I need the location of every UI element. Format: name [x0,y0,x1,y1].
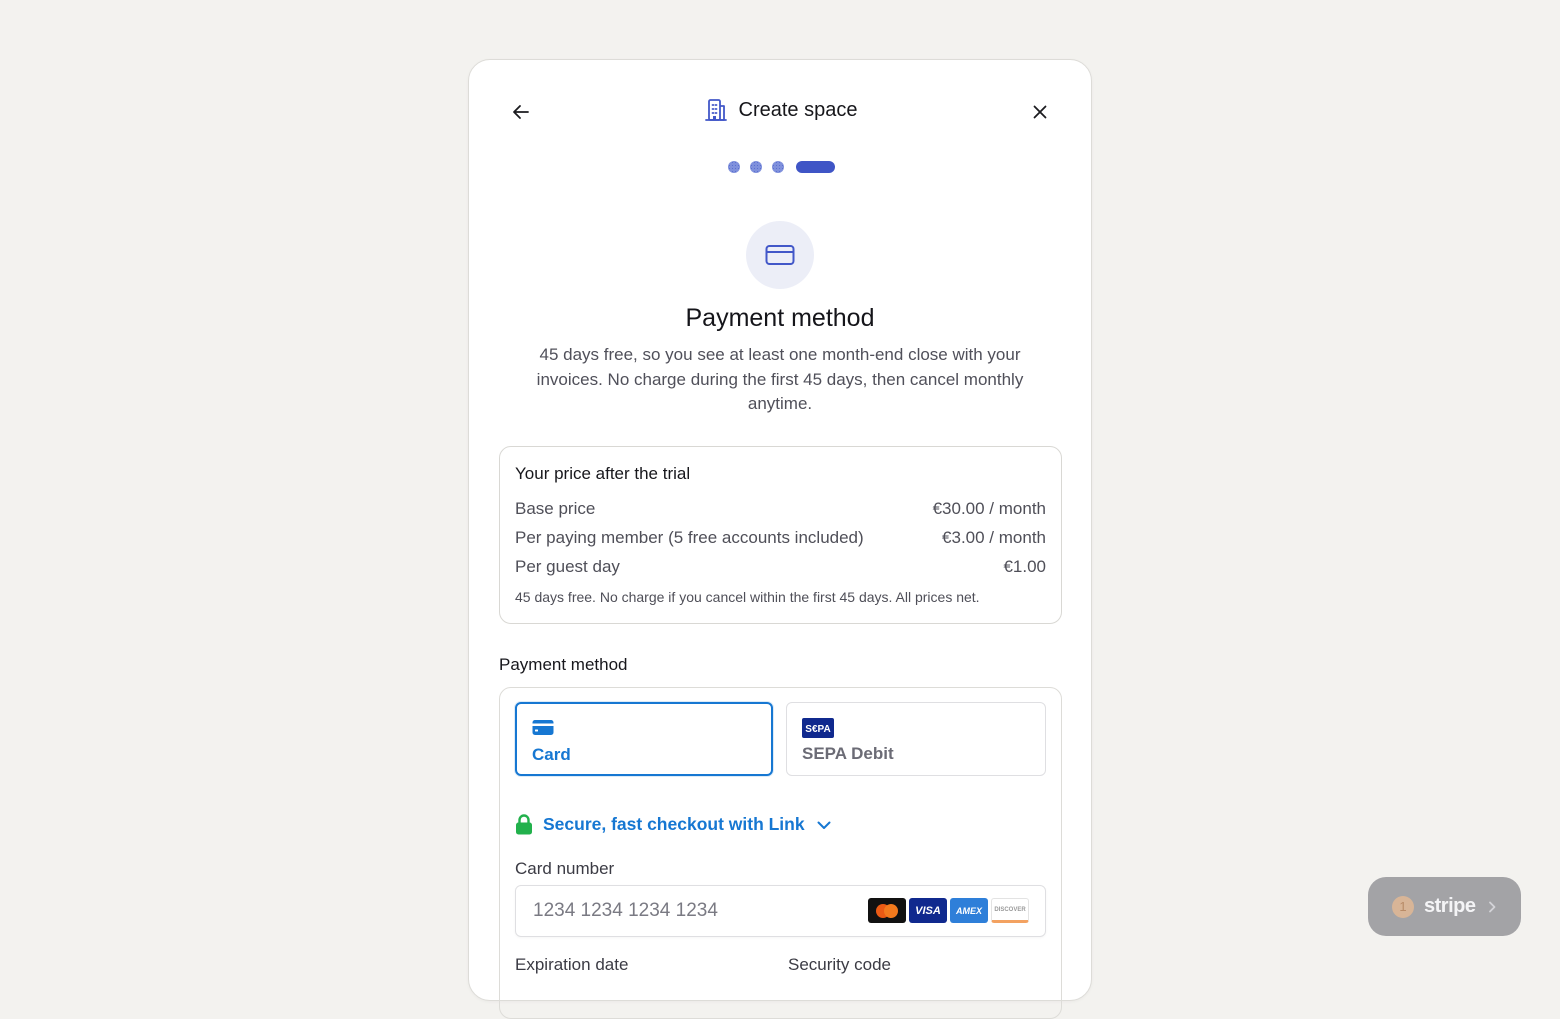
card-brand-icons: VISA AMEX DISCOVER [868,898,1029,923]
tab-sepa-debit[interactable]: S€PA SEPA Debit [786,702,1046,776]
credit-card-icon [765,245,795,265]
pricing-summary: Your price after the trial Base price €3… [499,446,1062,624]
card-number-field[interactable]: VISA AMEX DISCOVER [515,885,1046,937]
price-row-label: Base price [515,499,596,518]
security-code-label: Security code [788,955,891,974]
expiration-date-label: Expiration date [515,955,629,974]
stripe-payment-element: Card S€PA SEPA Debit Secure, fast checko… [499,687,1062,1019]
tab-card[interactable]: Card [515,702,773,776]
step-dot-3 [772,161,784,173]
price-row-value: €30.00 / month [932,499,1046,518]
chevron-right-icon [1489,901,1496,912]
discover-icon: DISCOVER [991,898,1029,923]
link-checkout-text: Secure, fast checkout with Link [543,814,805,834]
price-row: Per paying member (5 free accounts inclu… [515,528,1046,548]
payment-hero-icon [746,221,814,289]
sepa-icon: S€PA [802,718,834,743]
visa-icon: VISA [909,898,947,923]
price-row-label: Per guest day [515,557,620,576]
price-row: Per guest day €1.00 [515,557,1046,577]
chevron-down-icon [817,821,831,829]
price-row-value: €3.00 / month [942,528,1046,547]
card-number-input[interactable] [531,899,855,923]
modal-header: Create space [469,97,1091,123]
stripe-logo: stripe [1424,895,1476,917]
page-title: Payment method [685,304,875,332]
price-row: Base price €30.00 / month [515,499,1046,519]
close-icon [1033,105,1047,119]
tab-card-label: Card [532,745,571,764]
amex-icon: AMEX [950,898,988,923]
price-row-value: €1.00 [1003,557,1046,576]
price-row-label: Per paying member (5 free accounts inclu… [515,528,864,547]
pricing-note: 45 days free. No charge if you cancel wi… [515,589,980,605]
pricing-heading: Your price after the trial [515,464,691,483]
step-dot-1 [728,161,740,173]
step-dot-2 [750,161,762,173]
payment-method-label: Payment method [499,655,628,674]
stripe-badge[interactable]: 1 stripe [1368,877,1521,936]
svg-text:S€PA: S€PA [805,724,830,735]
create-space-modal: Create space Payment method 45 days free… [468,59,1092,1019]
card-number-label: Card number [515,859,615,878]
link-checkout-toggle[interactable]: Secure, fast checkout with Link [515,814,833,835]
credit-card-icon [532,719,554,741]
page-subtitle: 45 days free, so you see at least one mo… [536,345,1024,413]
step-indicator [728,161,835,173]
modal-title: Create space [738,98,858,121]
mastercard-icon [868,898,906,923]
step-dot-current [796,161,835,173]
tab-sepa-label: SEPA Debit [802,744,894,763]
notification-count: 1 [1392,895,1414,918]
lock-icon [516,814,532,835]
building-icon [704,99,727,121]
close-button[interactable] [1028,100,1052,124]
